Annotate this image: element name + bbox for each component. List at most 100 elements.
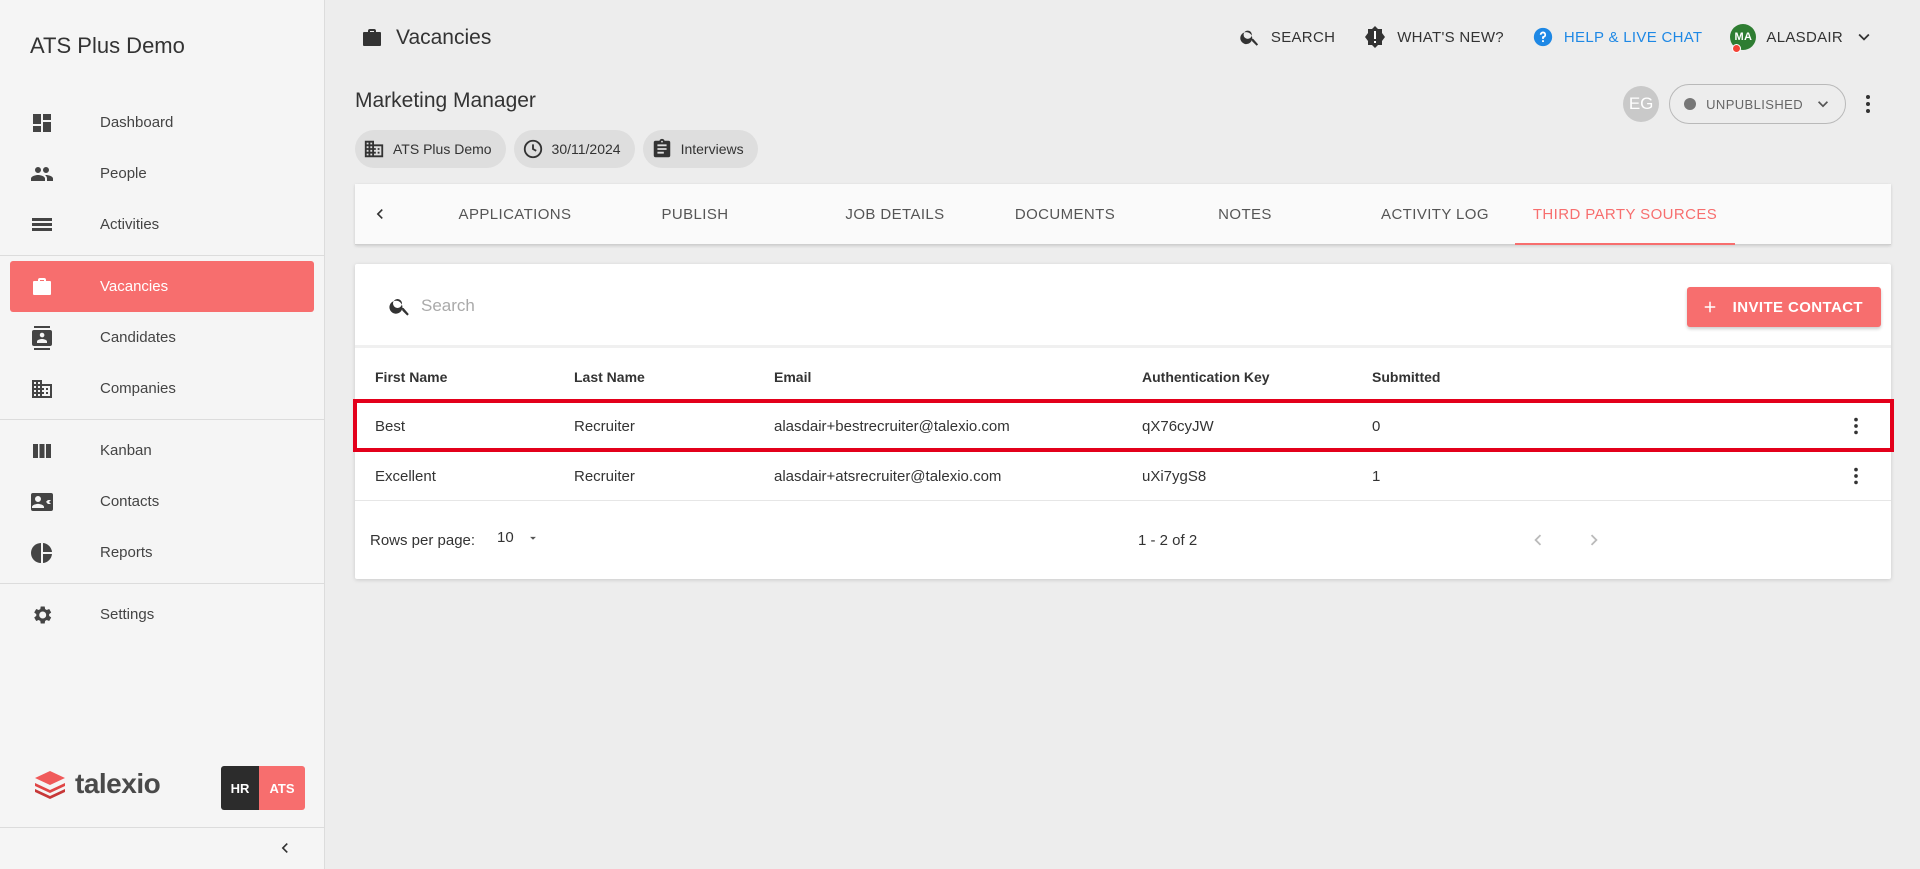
announcement-icon [1365,26,1386,48]
job-chips: ATS Plus Demo 30/11/2024 Interviews [355,130,758,168]
clipboard-icon [653,138,670,158]
chevron-left-icon [1534,534,1542,546]
sidebar-item-dashboard[interactable]: Dashboard [0,97,324,148]
dropdown-arrow-icon [529,536,536,540]
sidebar-item-contacts[interactable]: Contacts [0,476,324,527]
notification-dot [1732,44,1742,53]
sidebar-item-people[interactable]: People [0,148,324,199]
invite-contact-button[interactable]: INVITE CONTACT [1686,287,1881,327]
page-header: Vacancies [360,26,491,50]
page-info: 1 - 2 of 2 [1138,532,1198,549]
sidebar-item-label: Candidates [100,329,176,346]
table-row[interactable]: Best Recruiter alasdair+bestrecruiter@tale… [353,399,1894,452]
next-page-button[interactable] [1583,529,1605,556]
column-header[interactable]: Email [774,369,811,385]
tab-activity-log[interactable]: ACTIVITY LOG [1335,184,1535,244]
sidebar-item-label: Companies [100,380,176,397]
sidebar-item-candidates[interactable]: Candidates [0,312,324,363]
row-actions-button[interactable] [1845,465,1867,487]
topbar-actions: SEARCH WHAT'S NEW? HELP & LIVE CHAT MA A… [1239,24,1875,53]
app-title: ATS Plus Demo [30,33,185,58]
cell-submitted: 1 [1372,468,1381,485]
search-icon [389,299,409,316]
tab-notes[interactable]: NOTES [1155,184,1335,244]
ats-badge[interactable]: ATS [259,766,305,810]
search-label: SEARCH [1270,28,1336,46]
user-initials: MA [1734,31,1753,43]
briefcase-icon [363,29,381,46]
third-party-sources-card: INVITE CONTACT First Name Last Name Email A… [353,264,1894,579]
sidebar-footer: talexio HR ATS [0,758,324,818]
more-vertical-icon[interactable] [1856,92,1880,116]
sidebar-item-activities[interactable]: Activities [0,199,324,250]
column-header[interactable]: First Name [375,369,447,385]
more-vertical-icon [1854,417,1858,435]
cell-email: alasdair+atsrecruiter@talexio.com [774,468,1002,485]
pie-chart-icon [30,541,54,565]
sidebar-item-label: Dashboard [100,114,174,131]
table-row[interactable]: Excellent Recruiter alasdair+atsrecruiter@… [355,451,1891,501]
cell-submitted: 0 [1372,418,1381,435]
brand-name: talexio [75,768,161,799]
help-label: HELP & LIVE CHAT [1563,28,1703,46]
sidebar-item-label: Contacts [100,493,160,510]
cell-key: qX76cyJW [1142,418,1214,435]
nav-divider [0,255,324,256]
tab-third-party-sources[interactable]: THIRD PARTY SOURCES [1515,184,1735,245]
talexio-logo-icon [35,771,65,799]
clock-icon [523,139,542,159]
user-name: ALASDAIR [1766,28,1843,46]
stage-chip[interactable]: Interviews [642,130,758,168]
column-header[interactable]: Submitted [1372,369,1440,385]
sidebar-item-companies[interactable]: Companies [0,363,324,414]
deadline-date: 30/11/2024 [551,141,621,157]
chevron-down-icon [1818,101,1828,108]
column-header[interactable]: Authentication Key [1142,369,1270,385]
previous-page-button[interactable] [1527,529,1549,556]
job-title: Marketing Manager [355,89,536,112]
status-dot [1684,98,1697,110]
company-name: ATS Plus Demo [393,141,492,157]
company-chip[interactable]: ATS Plus Demo [355,130,506,168]
sidebar-item-reports[interactable]: Reports [0,527,324,578]
activities-icon [30,213,54,237]
sidebar-nav: Dashboard People Activities Vacancies Candid… [0,97,324,640]
help-icon [1533,27,1553,47]
nav-divider [0,419,324,420]
user-avatar[interactable]: MA [1730,24,1757,53]
whats-new-label: WHAT'S NEW? [1397,28,1504,46]
chevron-left-icon [376,209,383,219]
sidebar-item-settings[interactable]: Settings [0,589,324,640]
publish-status-select[interactable]: UNPUBLISHED [1669,84,1846,124]
user-menu[interactable]: MA ALASDAIR [1730,24,1875,53]
search-button[interactable]: SEARCH [1239,26,1335,48]
row-actions-button[interactable] [1845,415,1867,437]
sidebar-item-kanban[interactable]: Kanban [0,425,324,476]
collapse-sidebar-button[interactable] [275,838,295,858]
invite-contact-label: INVITE CONTACT [1732,298,1863,316]
tab-publish[interactable]: PUBLISH [615,184,775,244]
chevron-left-icon [281,843,288,853]
rows-per-page-label: Rows per page: [370,532,476,549]
building-icon [364,140,384,158]
owner-avatar[interactable]: EG [1623,86,1660,122]
more-vertical-icon [1854,467,1858,485]
search-input[interactable] [421,288,1321,324]
column-header[interactable]: Last Name [574,369,645,385]
sidebar-item-label: Activities [100,216,160,233]
tab-documents[interactable]: DOCUMENTS [975,184,1155,244]
rows-per-page-select[interactable]: 10 [497,529,540,546]
product-switcher[interactable]: HR ATS [221,766,305,810]
pagination: Rows per page: 10 1 - 2 of 2 [355,501,1891,579]
tabs-scroll-left-button[interactable] [370,204,390,224]
tab-job-details[interactable]: JOB DETAILS [795,184,995,244]
whats-new-button[interactable]: WHAT'S NEW? [1363,25,1504,49]
deadline-chip[interactable]: 30/11/2024 [513,130,635,168]
sidebar-item-vacancies[interactable]: Vacancies [0,261,324,312]
cell-key: uXi7ygS8 [1142,468,1207,485]
hr-badge[interactable]: HR [221,766,259,810]
people-icon [30,162,54,186]
tab-applications[interactable]: APPLICATIONS [415,184,615,244]
help-live-chat-button[interactable]: HELP & LIVE CHAT [1532,26,1702,48]
vacancy-tabs: APPLICATIONS PUBLISH JOB DETAILS DOCUMENTS N… [355,184,1891,245]
